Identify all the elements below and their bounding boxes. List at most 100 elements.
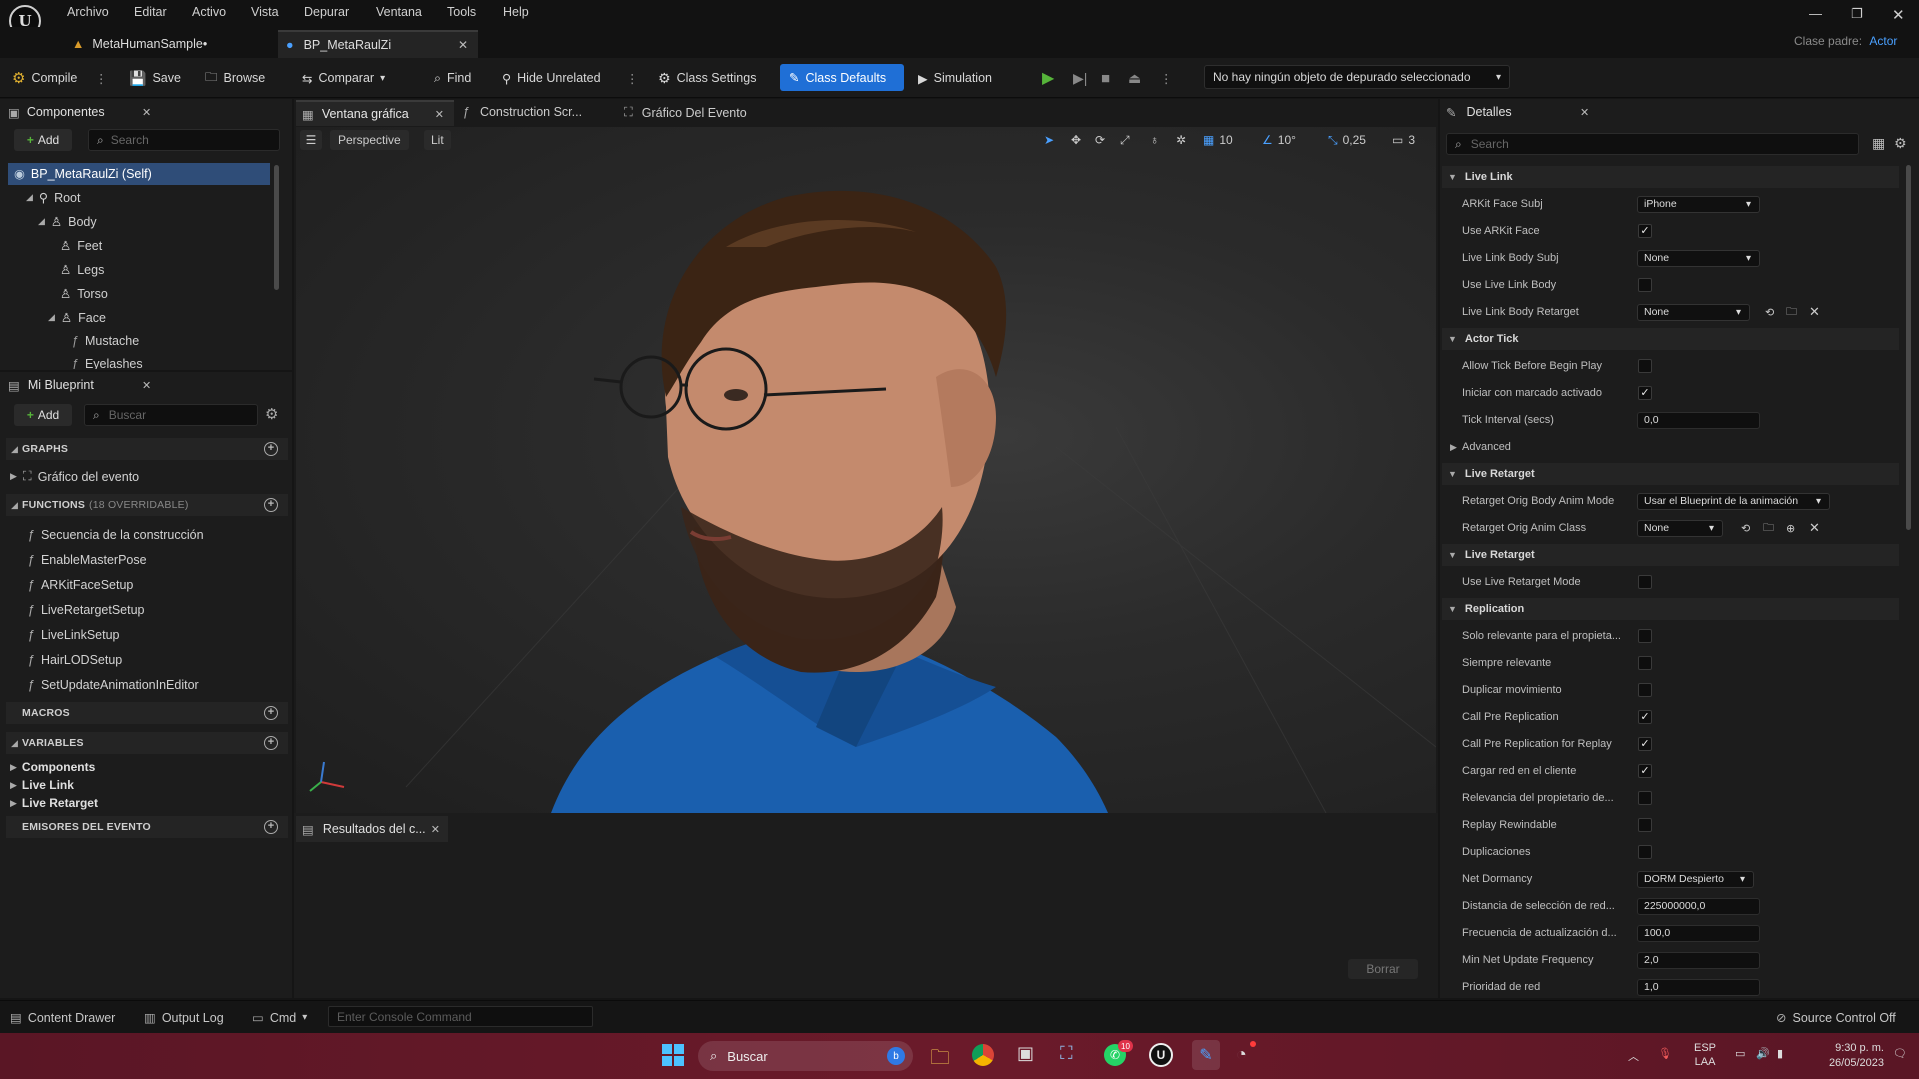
menu-editar[interactable]: Editar xyxy=(134,5,167,19)
blueprint-editor-taskbar-icon[interactable]: ✎ xyxy=(1192,1040,1220,1070)
livelink-body-retarget-select[interactable]: None ▾ xyxy=(1637,303,1750,321)
function-item[interactable]: ƒ SetUpdateAnimationInEditor xyxy=(28,678,199,692)
tab-compiler-results[interactable]: ▤ Resultados del c... ✕ xyxy=(296,816,448,842)
components-search-input[interactable]: ⌕ Search xyxy=(88,129,280,151)
use-selected-icon[interactable]: ⟲ xyxy=(1741,522,1750,535)
expand-arrow-icon[interactable]: ◢ xyxy=(48,312,55,323)
variables-section[interactable]: ◢ VARIABLES + xyxy=(6,732,288,754)
use-livelink-body-checkbox[interactable] xyxy=(1638,278,1652,292)
function-item[interactable]: ƒ LiveLinkSetup xyxy=(28,628,119,642)
volume-icon[interactable]: 🔊 xyxy=(1756,1047,1770,1060)
unreal-engine-icon[interactable]: U xyxy=(1149,1043,1173,1067)
eject-icon[interactable]: ⏏ xyxy=(1128,65,1141,91)
use-live-retarget-checkbox[interactable] xyxy=(1638,575,1652,589)
start-enabled-checkbox[interactable]: ✓ xyxy=(1638,386,1652,400)
tree-item-face[interactable]: ◢ ♙ Face xyxy=(48,310,106,326)
livelink-body-subj-select[interactable]: None ▾ xyxy=(1637,249,1760,267)
tray-chevron-icon[interactable]: ︿ xyxy=(1628,1048,1639,1064)
close-window-icon[interactable]: ✕ xyxy=(1892,6,1905,24)
play-options-icon[interactable]: ⋮ xyxy=(1160,65,1173,91)
tree-item-body[interactable]: ◢ ♙ Body xyxy=(38,214,97,230)
tab-viewport[interactable]: ▦ Ventana gráfica ✕ xyxy=(296,100,454,126)
macros-section[interactable]: MACROS + xyxy=(6,702,288,724)
tree-item-eyelashes[interactable]: ƒ Eyelashes xyxy=(72,357,143,369)
duplicaciones-checkbox[interactable] xyxy=(1638,845,1652,859)
tree-item-mustache[interactable]: ƒ Mustache xyxy=(72,334,139,348)
retarget-anim-class-select[interactable]: None ▾ xyxy=(1637,519,1723,537)
settings-gear-icon[interactable]: ⚙ xyxy=(1894,135,1907,152)
components-scrollbar[interactable] xyxy=(274,165,279,290)
class-settings-button[interactable]: ⚙ Class Settings xyxy=(658,65,756,91)
display-icon[interactable]: ▭ xyxy=(1735,1047,1745,1060)
close-tab-icon[interactable]: ✕ xyxy=(435,108,444,121)
call-pre-replication-replay-checkbox[interactable]: ✓ xyxy=(1638,737,1652,751)
store-icon[interactable]: ▣ xyxy=(1017,1043,1034,1064)
add-function-icon[interactable]: + xyxy=(264,498,278,512)
solo-relevante-checkbox[interactable] xyxy=(1638,629,1652,643)
close-tab-icon[interactable]: ✕ xyxy=(431,823,440,836)
minimize-icon[interactable]: — xyxy=(1809,6,1822,21)
function-item[interactable]: ƒ Secuencia de la construcción xyxy=(28,528,204,542)
category-live-retarget[interactable]: ▼ Live Retarget xyxy=(1442,463,1899,485)
advanced-expander[interactable]: ▶ Advanced xyxy=(1442,436,1899,458)
expand-arrow-icon[interactable]: ◢ xyxy=(26,192,33,203)
variable-category[interactable]: ▶ Live Link xyxy=(10,778,74,792)
microphone-icon[interactable]: 🎙 xyxy=(1658,1047,1672,1060)
camera-speed-button[interactable]: ▭ 3 xyxy=(1392,130,1415,150)
close-tab-icon[interactable]: ✕ xyxy=(458,38,468,52)
expand-arrow-icon[interactable]: ▶ xyxy=(10,471,17,482)
save-button[interactable]: 💾 Save xyxy=(129,65,181,91)
output-log-button[interactable]: ▥ Output Log xyxy=(144,1010,224,1026)
function-item[interactable]: ƒ LiveRetargetSetup xyxy=(28,603,145,617)
menu-activo[interactable]: Activo xyxy=(192,5,226,19)
compile-options-icon[interactable]: ⋮ xyxy=(95,65,108,91)
add-dispatcher-icon[interactable]: + xyxy=(264,820,278,834)
collapse-arrow-icon[interactable]: ▼ xyxy=(1448,172,1457,182)
collapse-arrow-icon[interactable]: ▼ xyxy=(1448,604,1457,614)
clock[interactable]: 9:30 p. m. 26/05/2023 xyxy=(1812,1041,1884,1071)
category-live-retarget-2[interactable]: ▼ Live Retarget xyxy=(1442,544,1899,566)
translate-icon[interactable]: ✥ xyxy=(1071,130,1081,150)
functions-section[interactable]: ◢ FUNCTIONS (18 OVERRIDABLE) + xyxy=(6,494,288,516)
file-explorer-icon[interactable]: 🗀 xyxy=(930,1043,950,1077)
expand-arrow-icon[interactable]: ▶ xyxy=(10,798,17,809)
stop-icon[interactable]: ■ xyxy=(1101,65,1110,91)
close-tab-icon[interactable]: ✕ xyxy=(1580,106,1589,119)
variable-category[interactable]: ▶ Components xyxy=(10,760,95,774)
taskbar-search[interactable]: ⌕ Buscar b xyxy=(698,1041,913,1071)
close-tab-icon[interactable]: ✕ xyxy=(142,379,151,392)
scale-snap-toggle[interactable]: ⤡ 0,25 xyxy=(1328,130,1366,150)
graph-item-event[interactable]: ▶ ⛶ Gráfico del evento xyxy=(10,469,139,484)
add-macro-icon[interactable]: + xyxy=(264,706,278,720)
menu-ventana[interactable]: Ventana xyxy=(376,5,422,19)
components-tab[interactable]: ▣ Componentes ✕ xyxy=(8,101,158,123)
recorder-icon[interactable]: ◔ xyxy=(1236,1044,1247,1065)
menu-help[interactable]: Help xyxy=(503,5,529,19)
tab-bp-metaraulzi[interactable]: ● BP_MetaRaulZi ✕ xyxy=(278,30,478,58)
app-icon[interactable]: ⛶ xyxy=(1060,1043,1073,1064)
console-command-input[interactable]: Enter Console Command xyxy=(328,1006,593,1027)
duplicar-movimiento-checkbox[interactable] xyxy=(1638,683,1652,697)
battery-icon[interactable]: ▮ xyxy=(1777,1047,1783,1060)
cargar-red-checkbox[interactable]: ✓ xyxy=(1638,764,1652,778)
category-replication[interactable]: ▼ Replication xyxy=(1442,598,1899,620)
debug-object-select[interactable]: No hay ningún objeto de depurado selecci… xyxy=(1204,65,1510,89)
collapse-arrow-icon[interactable]: ▼ xyxy=(1448,334,1457,344)
content-drawer-button[interactable]: ▤ Content Drawer xyxy=(10,1010,115,1026)
tree-item-root[interactable]: ◢ ⚲ Root xyxy=(26,190,80,206)
prioridad-red-input[interactable]: 1,0 xyxy=(1637,978,1760,996)
play-icon[interactable]: ▶ xyxy=(1042,65,1054,91)
browse-button[interactable]: 🗀 Browse xyxy=(205,65,265,91)
collapse-arrow-icon[interactable]: ▼ xyxy=(1448,469,1457,479)
min-net-update-input[interactable]: 2,0 xyxy=(1637,951,1760,969)
collapse-arrow-icon[interactable]: ▼ xyxy=(1448,550,1457,560)
distancia-seleccion-input[interactable]: 225000000,0 xyxy=(1637,897,1760,915)
parent-class-link[interactable]: Actor xyxy=(1869,34,1897,48)
grid-snap-toggle[interactable]: ▦ 10 xyxy=(1203,130,1233,150)
details-tab[interactable]: ✎ Detalles ✕ xyxy=(1446,101,1596,123)
retarget-body-mode-select[interactable]: Usar el Blueprint de la animación ▾ xyxy=(1637,492,1830,510)
net-dormancy-select[interactable]: DORM Despierto ▾ xyxy=(1637,870,1754,888)
advance-frame-icon[interactable]: ▶| xyxy=(1073,65,1087,91)
add-graph-icon[interactable]: + xyxy=(264,442,278,456)
category-actor-tick[interactable]: ▼ Actor Tick xyxy=(1442,328,1899,350)
